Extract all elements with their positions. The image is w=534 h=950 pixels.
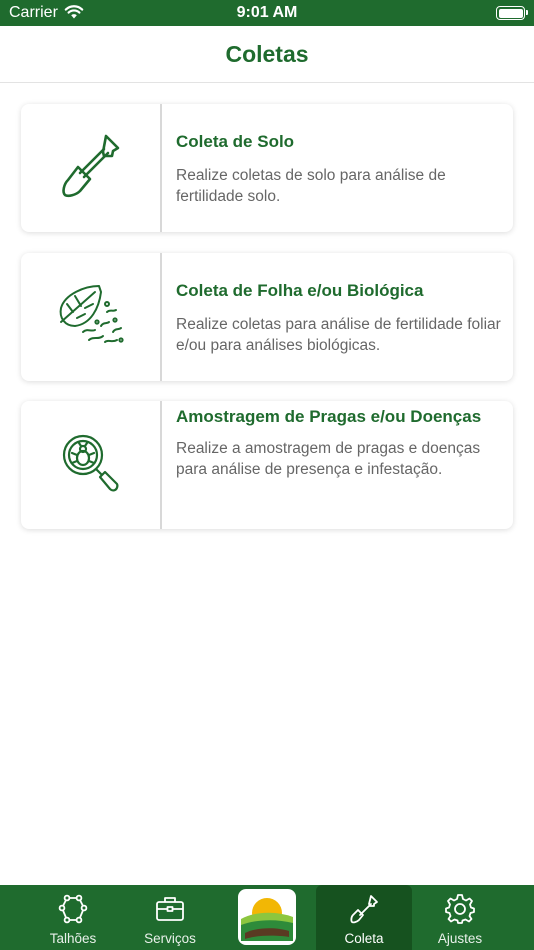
battery-icon	[496, 6, 528, 20]
tab-coleta[interactable]: Coleta	[316, 885, 412, 950]
shovel-icon	[349, 894, 379, 924]
nav-header: Coletas	[0, 26, 534, 83]
card-title: Coleta de Solo	[176, 132, 295, 151]
page-title: Coletas	[225, 41, 309, 67]
card-amostragem-pragas[interactable]: Amostragem de Pragas e/ou Doenças Realiz…	[21, 401, 513, 529]
tab-servicos[interactable]: Serviços	[122, 885, 218, 950]
gear-icon	[445, 894, 475, 924]
card-description: Realize coletas de solo para análise de …	[176, 167, 446, 205]
tab-label: Coleta	[344, 931, 384, 946]
tab-bar: Talhões Serviços Coleta Ajustes	[0, 885, 534, 950]
card-coleta-folha[interactable]: Coleta de Folha e/ou Biológica Realize c…	[21, 253, 513, 381]
clock: 9:01 AM	[236, 4, 298, 21]
field-polygon-icon	[58, 894, 88, 924]
tab-label: Ajustes	[437, 931, 483, 946]
card-title: Coleta de Folha e/ou Biológica	[176, 281, 424, 300]
app-logo[interactable]	[238, 889, 296, 945]
magnifier-bug-icon	[59, 431, 123, 500]
card-coleta-solo[interactable]: Coleta de Solo Realize coletas de solo p…	[21, 104, 513, 232]
tab-label: Serviços	[144, 931, 196, 946]
shovel-icon	[56, 131, 126, 206]
tab-ajustes[interactable]: Ajustes	[412, 885, 508, 950]
status-bar: Carrier 9:01 AM	[0, 0, 534, 26]
card-description: Realize a amostragem de pragas e doenças…	[176, 440, 481, 478]
briefcase-icon	[155, 894, 185, 924]
leaf-icon	[55, 282, 127, 353]
tab-talhoes[interactable]: Talhões	[25, 885, 121, 950]
tab-label: Talhões	[49, 931, 97, 946]
card-description: Realize coletas para análise de fertilid…	[176, 316, 501, 354]
card-title: Amostragem de Pragas e/ou Doenças	[176, 407, 482, 426]
